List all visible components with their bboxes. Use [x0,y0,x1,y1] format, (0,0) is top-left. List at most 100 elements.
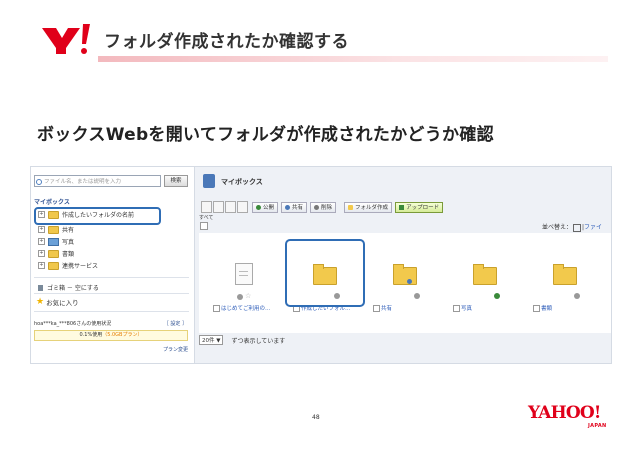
public-button[interactable]: 公開 [252,201,279,213]
select-all-label: すべて [199,215,214,221]
highlight-box-new-folder [285,239,365,307]
pager-text: ずつ表示しています [231,337,286,345]
expand-icon[interactable]: + [38,226,45,233]
grid-view-icon[interactable] [225,201,236,213]
list-view-icon[interactable] [201,201,212,213]
usage-bar: 0.1%使用（5.0GBプラン） [34,330,188,341]
settings-link[interactable]: ［ 設定 ］ [164,320,187,327]
delete-button[interactable]: 削除 [310,201,337,213]
item-checkbox[interactable] [533,305,540,312]
item-name[interactable]: 共有 [381,304,392,312]
file-item[interactable]: 共有 [371,261,437,321]
create-folder-label: フォルダ作成 [355,204,389,211]
expand-icon[interactable]: + [38,250,45,257]
share-button[interactable]: 共有 [281,201,308,213]
shared-badge-icon [407,279,412,284]
sort-order-icon[interactable] [573,223,582,232]
favorite-star-icon[interactable]: ☆ [245,292,251,300]
item-checkbox[interactable] [453,305,460,312]
highlight-box-sidebar [34,207,161,225]
upload-arrow-icon [399,204,405,210]
yahoo-japan-logo: YAHOO! [528,403,601,423]
tree-item-label: 連携サービス [62,263,99,270]
upload-label: アップロード [406,204,440,211]
share-icon [285,204,291,210]
detail-view-icon[interactable] [213,201,224,213]
tree-item-services[interactable]: + 連携サービス [38,261,98,270]
trash-link[interactable]: ゴミ箱 － 空にする [38,283,99,292]
new-folder-icon [348,204,354,210]
file-item[interactable]: 写真 [451,261,517,321]
tree-item-label: 共有 [62,227,75,234]
item-name[interactable]: 写真 [461,304,472,312]
usage-plan: （5.0GBプラン） [102,332,143,338]
expand-icon[interactable]: + [38,238,45,245]
shared-folder-icon [48,225,59,234]
trash-label: ゴミ箱 － 空にする [47,285,99,292]
divider [34,293,189,294]
tree-item-label: 書類 [62,251,75,258]
trash-icon [38,284,43,291]
yahoo-japan-logo-sub: JAPAN [588,423,607,429]
tree-item-label: 写真 [62,239,75,246]
expand-icon[interactable]: + [38,262,45,269]
document-folder-icon [48,249,59,258]
status-icon [574,293,580,299]
usage-text: 0.1%使用 [79,332,103,338]
item-name[interactable]: はじめてご利用の… [221,304,271,312]
title-underline [98,56,608,62]
favorites-label: お気に入り [46,299,79,307]
delete-label: 削除 [321,204,333,211]
folder-icon [48,261,59,270]
search-input[interactable]: ファイル名、または説明を入力 [34,175,161,187]
main-title: マイボックス [221,178,263,186]
yahoo-y-logo-icon [42,24,90,54]
globe-icon [256,204,261,210]
trash-icon [314,204,320,210]
tree-item-documents[interactable]: + 書類 [38,249,74,258]
photo-folder-icon [473,264,497,285]
status-icon [237,294,243,300]
mybox-icon [203,174,215,188]
item-checkbox[interactable] [213,305,220,312]
thumbnail-view-icon[interactable] [237,201,248,213]
select-all-checkbox[interactable] [200,222,208,230]
usage-status: hoa***ka_***806さんの使用状況 ［ 設定 ］ [34,320,189,327]
sidebar: ファイル名、または説明を入力 検索 マイボックス + 作成したいフォルダの名前 … [31,167,195,363]
globe-icon [494,293,500,299]
usage-label: hoa***ka_***806さんの使用状況 [34,321,112,327]
file-grid: ☆ はじめてご利用の… 作成したいフォル… 共有 写真 書類 [199,233,611,333]
toolbar: 公開 共有 削除 フォルダ作成 アップロード [201,201,444,213]
divider [34,311,189,312]
file-item[interactable]: ☆ はじめてご利用の… [211,261,277,321]
document-folder-icon [553,264,577,285]
sort-control: 並べ替え： |ファイ [542,223,603,232]
plan-change-link[interactable]: プラン変更 [163,346,188,353]
slide-subtitle: ボックスWebを開いてフォルダが作成されたかどうか確認 [37,125,494,145]
shared-folder-icon [393,264,417,285]
file-item[interactable]: 書類 [531,261,597,321]
sidebar-section-title[interactable]: マイボックス [34,197,70,206]
sort-by-file-link[interactable]: ファイ [584,224,602,231]
divider [34,277,189,278]
tree-item-photos[interactable]: + 写真 [38,237,74,246]
item-checkbox[interactable] [373,305,380,312]
pager: 20件 ▼ ずつ表示しています [199,335,285,345]
create-folder-button[interactable]: フォルダ作成 [344,201,393,213]
tree-item-shared[interactable]: + 共有 [38,225,74,234]
page-number: 48 [312,414,320,421]
public-label: 公開 [263,204,275,211]
slide-title: フォルダ作成されたか確認する [104,32,349,52]
box-web-screenshot: ファイル名、または説明を入力 検索 マイボックス + 作成したいフォルダの名前 … [30,166,612,364]
page-size-select[interactable]: 20件 ▼ [199,335,224,345]
search-icon [36,179,42,185]
favorites-link[interactable]: ★ お気に入り [36,297,79,307]
search-placeholder: ファイル名、または説明を入力 [44,179,122,185]
sort-label: 並べ替え： [542,224,573,231]
main-panel: マイボックス 公開 共有 削除 フォルダ作成 アップロード すべて 並べ替え： |… [195,167,611,363]
document-icon [235,263,253,285]
star-icon: ★ [36,297,45,307]
search-button[interactable]: 検索 [164,175,188,187]
upload-button[interactable]: アップロード [395,201,444,213]
item-name[interactable]: 書類 [541,304,552,312]
